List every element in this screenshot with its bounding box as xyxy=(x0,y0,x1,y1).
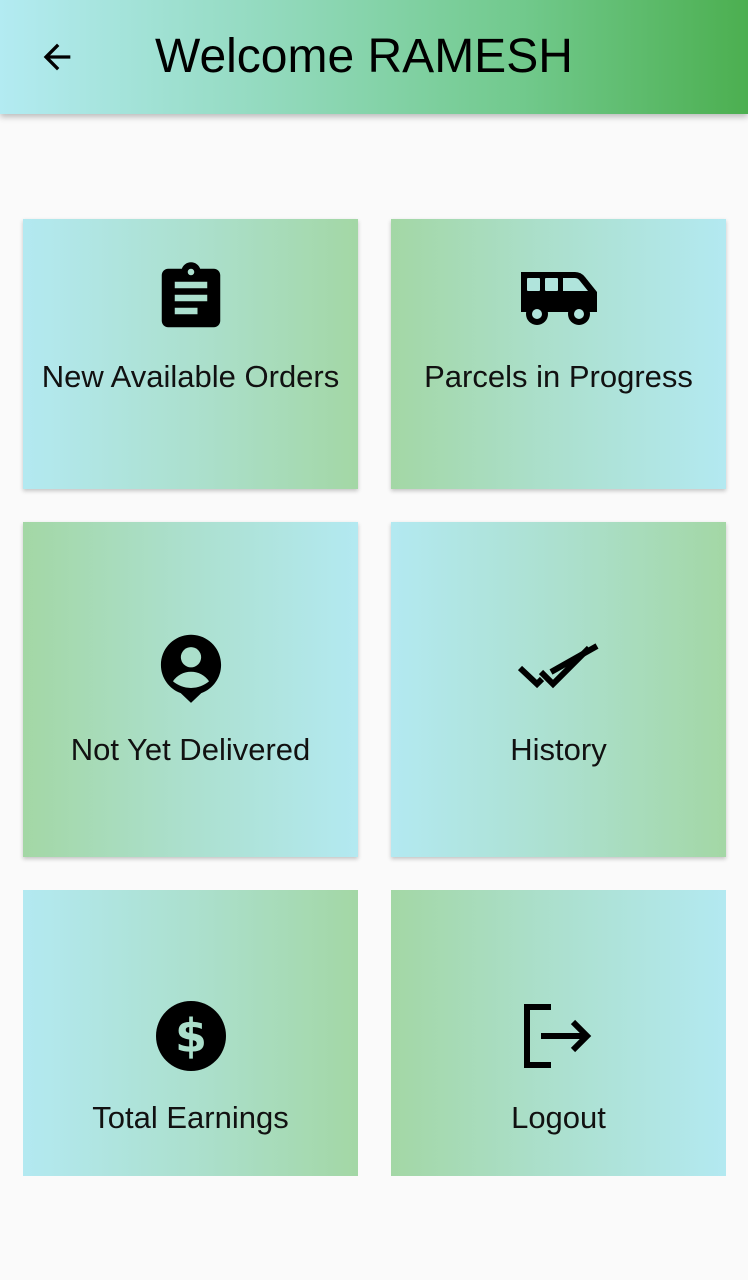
double-check-icon xyxy=(509,630,609,706)
history-card[interactable]: History xyxy=(391,522,726,857)
app-bar: Welcome RAMESH xyxy=(0,0,748,114)
card-label: History xyxy=(510,732,607,767)
clipboard-icon xyxy=(141,259,241,337)
new-available-orders-card[interactable]: New Available Orders xyxy=(23,219,358,489)
card-label: Parcels in Progress xyxy=(424,359,693,394)
card-label: Total Earnings xyxy=(92,1100,289,1135)
dollar-icon: $ xyxy=(141,998,241,1074)
logout-card[interactable]: Logout xyxy=(391,890,726,1176)
card-label: Logout xyxy=(511,1100,606,1135)
parcels-in-progress-card[interactable]: Parcels in Progress xyxy=(391,219,726,489)
card-label: Not Yet Delivered xyxy=(70,732,311,767)
person-pin-icon xyxy=(141,630,241,706)
back-button[interactable] xyxy=(26,26,88,88)
arrow-back-icon xyxy=(43,43,71,71)
total-earnings-card[interactable]: $ Total Earnings xyxy=(23,890,358,1176)
page-title: Welcome RAMESH xyxy=(155,30,573,83)
svg-text:$: $ xyxy=(174,1009,206,1063)
van-icon xyxy=(509,259,609,337)
card-label: New Available Orders xyxy=(41,359,340,394)
not-yet-delivered-card[interactable]: Not Yet Delivered xyxy=(23,522,358,857)
logout-icon xyxy=(509,998,609,1074)
